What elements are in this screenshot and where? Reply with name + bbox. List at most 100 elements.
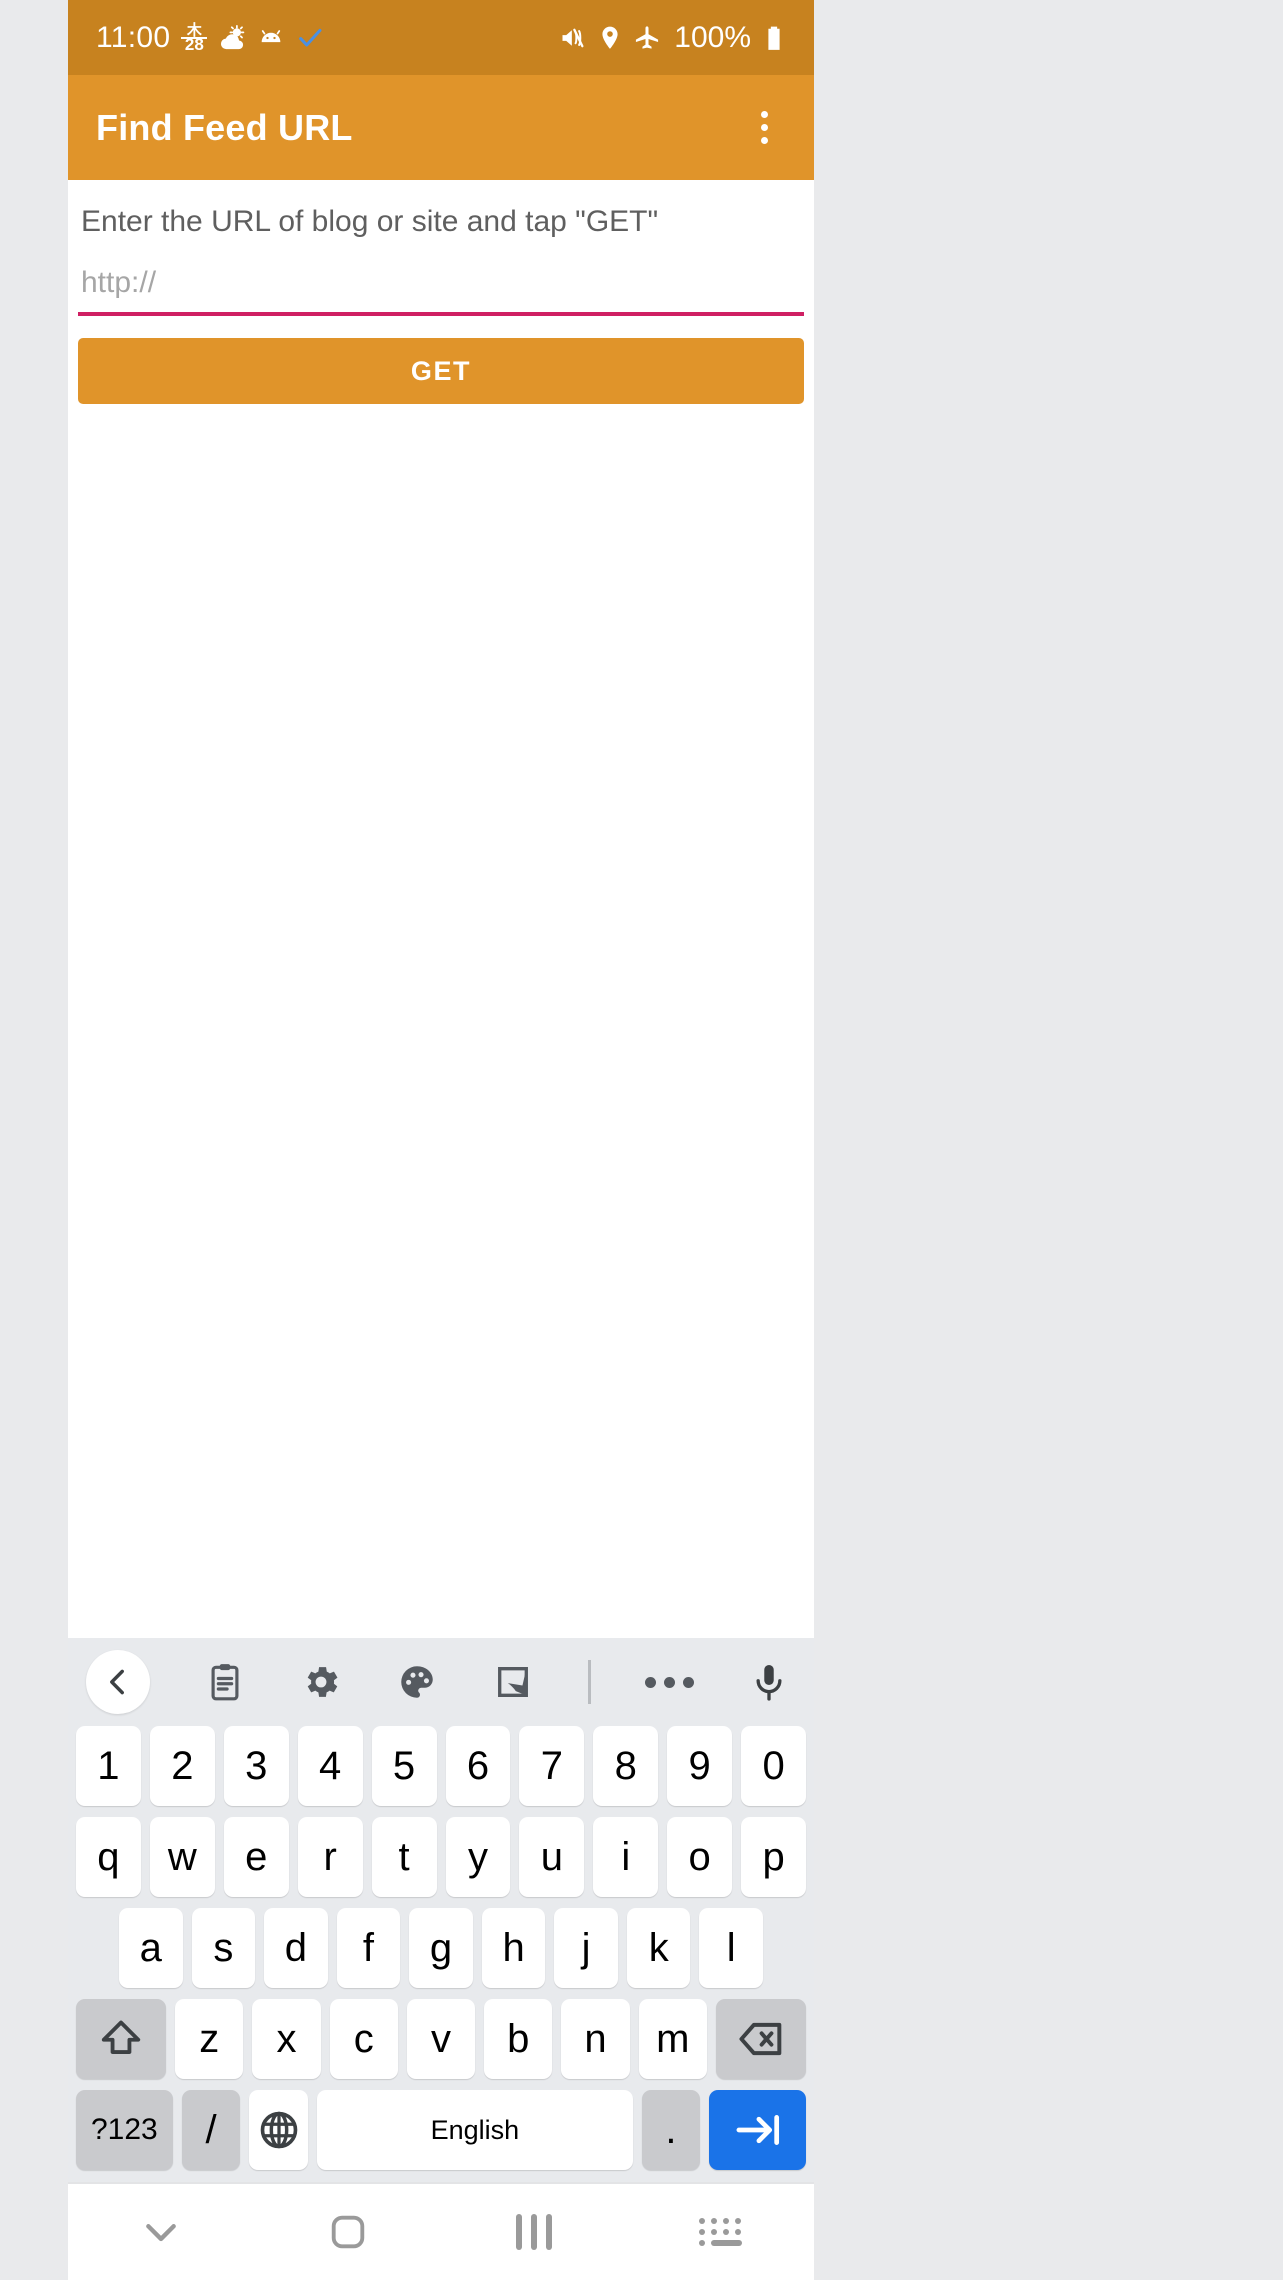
home-button[interactable]: [255, 2210, 442, 2254]
key-d[interactable]: d: [264, 1908, 328, 1988]
keyboard-row-bottom: z x c v b n m: [68, 1999, 814, 2079]
keyboard-dismiss-icon: [146, 2224, 177, 2242]
microphone-icon[interactable]: [748, 1661, 790, 1703]
more-dot: [664, 1676, 675, 1688]
mute-vibrate-icon: [562, 28, 584, 47]
battery-percent-label: 100%: [674, 20, 751, 54]
form-hint-label: Enter the URL of blog or site and tap "G…: [81, 205, 659, 238]
slash-key[interactable]: /: [181, 2090, 241, 2170]
space-key[interactable]: English: [317, 2090, 633, 2170]
android-head-icon: [262, 29, 281, 42]
key-k[interactable]: k: [626, 1908, 691, 1988]
key-a[interactable]: a: [118, 1908, 183, 1988]
home-icon: [331, 2215, 364, 2249]
phone-screen: 11:00 木 28 100% Find Feed URL Enter the …: [68, 0, 814, 2280]
toolbar-divider: [588, 1660, 591, 1704]
status-bar: 11:00 木 28 100%: [68, 0, 814, 75]
keyboard-dismiss-button[interactable]: [68, 2209, 255, 2255]
status-bar-clock: 11:00: [96, 20, 171, 54]
navigation-bar: [68, 2182, 814, 2280]
key-y[interactable]: y: [445, 1817, 511, 1897]
handwriting-icon[interactable]: [492, 1661, 534, 1703]
key-q[interactable]: q: [75, 1817, 141, 1897]
app-bar: Find Feed URL: [68, 75, 814, 180]
key-c[interactable]: c: [329, 1999, 398, 2079]
get-button[interactable]: GET: [78, 338, 804, 404]
palette-icon[interactable]: [396, 1661, 438, 1703]
recents-button[interactable]: [441, 2214, 628, 2250]
page-title: Find Feed URL: [96, 106, 353, 148]
key-l[interactable]: l: [699, 1908, 764, 1988]
results-area: [68, 404, 814, 1638]
calendar-icon: 木 28: [181, 23, 208, 53]
keyboard-row-top: q w e r t y u i o p: [68, 1817, 814, 1897]
key-b[interactable]: b: [484, 1999, 553, 2079]
overflow-menu-icon[interactable]: [740, 98, 788, 158]
calendar-icon-day: 28: [181, 36, 208, 53]
key-e[interactable]: e: [223, 1817, 289, 1897]
status-bar-right: 100%: [559, 21, 788, 55]
key-v[interactable]: v: [406, 1999, 476, 2079]
backspace-icon: [739, 2022, 782, 2056]
key-2[interactable]: 2: [149, 1726, 215, 1806]
keyboard-switch-button[interactable]: [628, 2218, 815, 2246]
battery-full-icon: [768, 26, 780, 50]
key-4[interactable]: 4: [297, 1726, 363, 1806]
key-0[interactable]: 0: [741, 1726, 807, 1806]
key-7[interactable]: 7: [519, 1726, 585, 1806]
key-s[interactable]: s: [191, 1908, 256, 1988]
overflow-dot: [760, 137, 768, 144]
key-x[interactable]: x: [252, 1999, 321, 2079]
weather-partly-cloudy-icon: [221, 24, 245, 49]
enter-arrow-icon: [736, 2115, 779, 2145]
symbols-key[interactable]: ?123: [76, 2090, 173, 2170]
key-n[interactable]: n: [561, 1999, 630, 2079]
back-chevron-icon[interactable]: [86, 1650, 150, 1714]
overflow-dot: [760, 124, 768, 131]
globe-icon: [260, 2111, 298, 2149]
shift-key[interactable]: [76, 1999, 167, 2079]
gear-icon[interactable]: [300, 1661, 342, 1703]
overflow-dot: [760, 111, 768, 118]
key-j[interactable]: j: [554, 1908, 618, 1988]
period-key[interactable]: .: [641, 2090, 701, 2170]
more-dot: [645, 1676, 656, 1688]
status-bar-left: 11:00 木 28: [96, 21, 324, 55]
key-p[interactable]: p: [741, 1817, 807, 1897]
recents-icon: [516, 2214, 553, 2250]
key-6[interactable]: 6: [445, 1726, 511, 1806]
key-8[interactable]: 8: [593, 1726, 659, 1806]
keyboard-row-numbers: 1 2 3 4 5 6 7 8 9 0: [68, 1726, 814, 1806]
key-5[interactable]: 5: [371, 1726, 437, 1806]
airplane-mode-icon: [636, 25, 659, 49]
key-u[interactable]: u: [519, 1817, 585, 1897]
backspace-key[interactable]: [715, 1999, 806, 2079]
clipboard-icon[interactable]: [204, 1661, 246, 1703]
key-3[interactable]: 3: [223, 1726, 289, 1806]
keyboard-switch-icon: [699, 2218, 743, 2246]
key-1[interactable]: 1: [75, 1726, 141, 1806]
key-i[interactable]: i: [593, 1817, 659, 1897]
key-h[interactable]: h: [481, 1908, 546, 1988]
shift-icon: [101, 2020, 141, 2054]
keyboard-toolbar: [68, 1638, 814, 1726]
url-form: Enter the URL of blog or site and tap "G…: [68, 180, 814, 404]
key-r[interactable]: r: [297, 1817, 363, 1897]
more-options-icon[interactable]: [645, 1676, 694, 1688]
globe-key[interactable]: [249, 2090, 309, 2170]
key-z[interactable]: z: [175, 1999, 244, 2079]
key-w[interactable]: w: [149, 1817, 215, 1897]
key-f[interactable]: f: [336, 1908, 401, 1988]
url-input-placeholder: http://: [81, 266, 157, 299]
check-icon: [299, 28, 322, 47]
url-input[interactable]: http://: [78, 266, 804, 316]
key-g[interactable]: g: [409, 1908, 473, 1988]
key-9[interactable]: 9: [667, 1726, 733, 1806]
key-o[interactable]: o: [667, 1817, 733, 1897]
key-m[interactable]: m: [638, 1999, 707, 2079]
enter-key[interactable]: [709, 2090, 806, 2170]
keyboard-row-home: a s d f g h j k l: [68, 1908, 814, 1988]
location-pin-icon: [602, 26, 618, 49]
more-dot: [683, 1676, 694, 1688]
key-t[interactable]: t: [371, 1817, 437, 1897]
